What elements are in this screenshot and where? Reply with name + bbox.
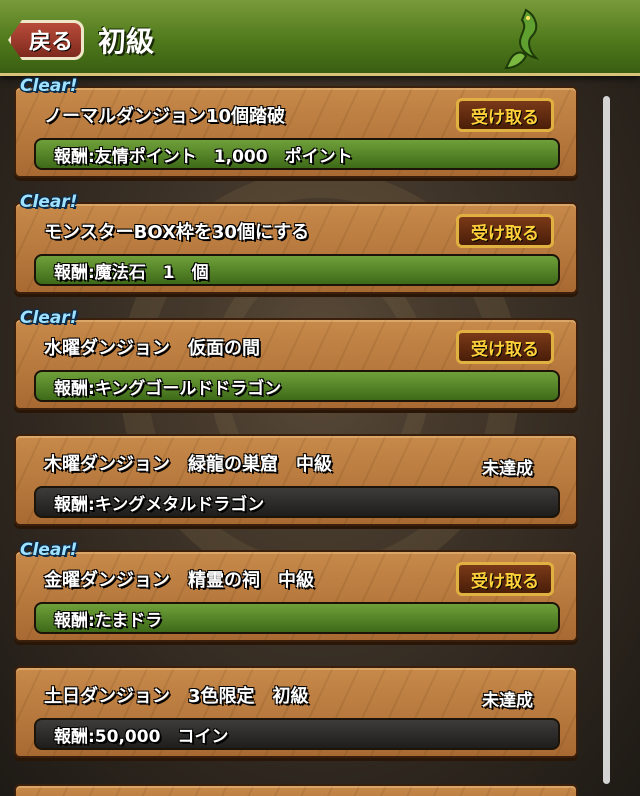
dragon-icon — [504, 8, 540, 70]
reward-bar: 報酬:キングメタルドラゴン — [34, 486, 560, 518]
clear-badge: Clear! — [20, 540, 78, 560]
receive-reward-button[interactable]: 受け取る — [456, 330, 554, 364]
back-button-label: 戻る — [28, 30, 73, 55]
page-title: 初級 — [98, 25, 155, 58]
reward-bar: 報酬:キングゴールドドラゴン — [34, 370, 560, 402]
mission-card-partial — [14, 784, 578, 796]
mission-card: Clear! 水曜ダンジョン 仮面の間 受け取る報酬:キングゴールドドラゴン — [14, 308, 578, 410]
mission-status: 未達成 — [482, 691, 533, 711]
mission-status: 未達成 — [482, 459, 533, 479]
reward-bar: 報酬:50,000 コイン — [34, 718, 560, 750]
clear-badge: Clear! — [20, 76, 78, 96]
mission-card: 土日ダンジョン 3色限定 初級 未達成報酬:50,000 コイン — [14, 666, 578, 758]
mission-title: モンスターBOX枠を30個にする — [44, 222, 310, 243]
clear-badge: Clear! — [20, 308, 78, 328]
mission-title: 水曜ダンジョン 仮面の間 — [44, 338, 260, 359]
mission-title: 木曜ダンジョン 緑龍の巣窟 中級 — [44, 454, 332, 475]
mission-card: Clear! ノーマルダンジョン10個踏破 受け取る報酬:友情ポイント 1,000 … — [14, 76, 578, 178]
reward-bar: 報酬:友情ポイント 1,000 ポイント — [34, 138, 560, 170]
header-bar: 戻る 初級 — [0, 0, 640, 76]
mission-title: 土日ダンジョン 3色限定 初級 — [44, 686, 309, 707]
mission-title: ノーマルダンジョン10個踏破 — [44, 106, 286, 127]
receive-reward-button[interactable]: 受け取る — [456, 562, 554, 596]
reward-bar: 報酬:魔法石 1 個 — [34, 254, 560, 286]
mission-title: 金曜ダンジョン 精霊の祠 中級 — [44, 570, 314, 591]
mission-card: Clear! モンスターBOX枠を30個にする 受け取る報酬:魔法石 1 個 — [14, 192, 578, 294]
receive-reward-button[interactable]: 受け取る — [456, 98, 554, 132]
back-button[interactable]: 戻る — [8, 20, 84, 60]
reward-bar: 報酬:たまドラ — [34, 602, 560, 634]
mission-card: 木曜ダンジョン 緑龍の巣窟 中級 未達成報酬:キングメタルドラゴン — [14, 434, 578, 526]
receive-reward-button[interactable]: 受け取る — [456, 214, 554, 248]
clear-badge: Clear! — [20, 192, 78, 212]
mission-card: Clear! 金曜ダンジョン 精霊の祠 中級 受け取る報酬:たまドラ — [14, 540, 578, 642]
scrollbar[interactable] — [603, 96, 610, 784]
